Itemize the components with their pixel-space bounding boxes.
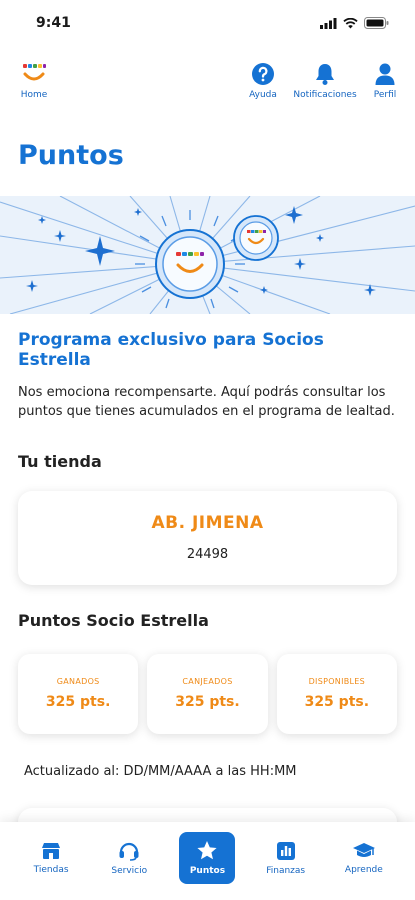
tab-tiendas[interactable]: Tiendas xyxy=(23,832,79,884)
store-section-title: Tu tienda xyxy=(18,451,102,471)
tab-servicio-label: Servicio xyxy=(111,865,148,876)
tab-aprende[interactable]: Aprende xyxy=(336,832,392,884)
points-redeemed-label: CANJEADOS xyxy=(182,677,233,687)
tab-puntos-label: Puntos xyxy=(189,866,226,876)
help-button[interactable]: Ayuda xyxy=(245,62,281,100)
battery-icon xyxy=(364,17,389,29)
store-card: AB. JIMENA 24498 xyxy=(18,490,397,585)
tab-finanzas[interactable]: Finanzas xyxy=(258,832,314,884)
program-description: Nos emociona recompensarte. Aquí podrás … xyxy=(18,385,395,419)
help-icon xyxy=(252,63,274,85)
star-icon xyxy=(197,841,218,860)
tab-finanzas-label: Finanzas xyxy=(266,865,306,876)
hero-banner xyxy=(0,196,415,314)
signal-icon xyxy=(320,17,337,29)
store-name: AB. JIMENA xyxy=(151,513,264,534)
help-label: Ayuda xyxy=(249,90,277,100)
notifications-label: Notificaciones xyxy=(293,90,357,100)
points-available-value: 325 pts. xyxy=(304,694,370,711)
bell-icon xyxy=(316,64,334,85)
tab-puntos[interactable]: Puntos xyxy=(179,832,236,884)
banner-illustration xyxy=(0,196,415,314)
notifications-button[interactable]: Notificaciones xyxy=(291,62,359,100)
status-time: 9:41 xyxy=(36,15,71,31)
user-icon xyxy=(375,63,395,85)
points-available-label: DISPONIBLES xyxy=(308,677,366,687)
points-earned-label: GANADOS xyxy=(56,677,100,687)
points-available-card: DISPONIBLES 325 pts. xyxy=(276,653,397,734)
updated-timestamp: Actualizado al: DD/MM/AAAA a las HH:MM xyxy=(24,763,297,779)
points-cards: GANADOS 325 pts. CANJEADOS 325 pts. DISP… xyxy=(0,630,415,734)
graduation-cap-icon xyxy=(352,842,375,857)
points-earned-value: 325 pts. xyxy=(45,694,111,711)
points-section-title: Puntos Socio Estrella xyxy=(18,610,209,630)
brand-logo-icon xyxy=(23,64,46,81)
profile-button[interactable]: Perfil xyxy=(369,62,401,100)
store-id: 24498 xyxy=(186,547,229,563)
tab-servicio[interactable]: Servicio xyxy=(101,832,157,884)
store-icon xyxy=(42,842,61,859)
points-earned-card: GANADOS 325 pts. xyxy=(18,653,139,734)
top-navigation: Home Ayuda Notificaciones Perfil xyxy=(0,46,415,124)
home-label: Home xyxy=(20,90,48,100)
program-title: Programa exclusivo para Socios Estrella xyxy=(18,330,324,370)
status-bar: 9:41 xyxy=(0,0,415,46)
home-button[interactable]: Home xyxy=(16,62,52,100)
wifi-icon xyxy=(343,17,358,28)
points-redeemed-card: CANJEADOS 325 pts. xyxy=(147,653,268,734)
bottom-tab-bar: Tiendas Servicio Puntos Finanzas Aprende xyxy=(0,822,415,900)
profile-label: Perfil xyxy=(373,90,397,100)
status-icons xyxy=(320,17,389,29)
headset-icon xyxy=(119,842,139,861)
points-redeemed-value: 325 pts. xyxy=(175,694,240,711)
chart-icon xyxy=(276,841,295,860)
page-title: Puntos xyxy=(18,140,124,171)
tab-tiendas-label: Tiendas xyxy=(33,864,69,875)
tab-aprende-label: Aprende xyxy=(344,864,383,875)
